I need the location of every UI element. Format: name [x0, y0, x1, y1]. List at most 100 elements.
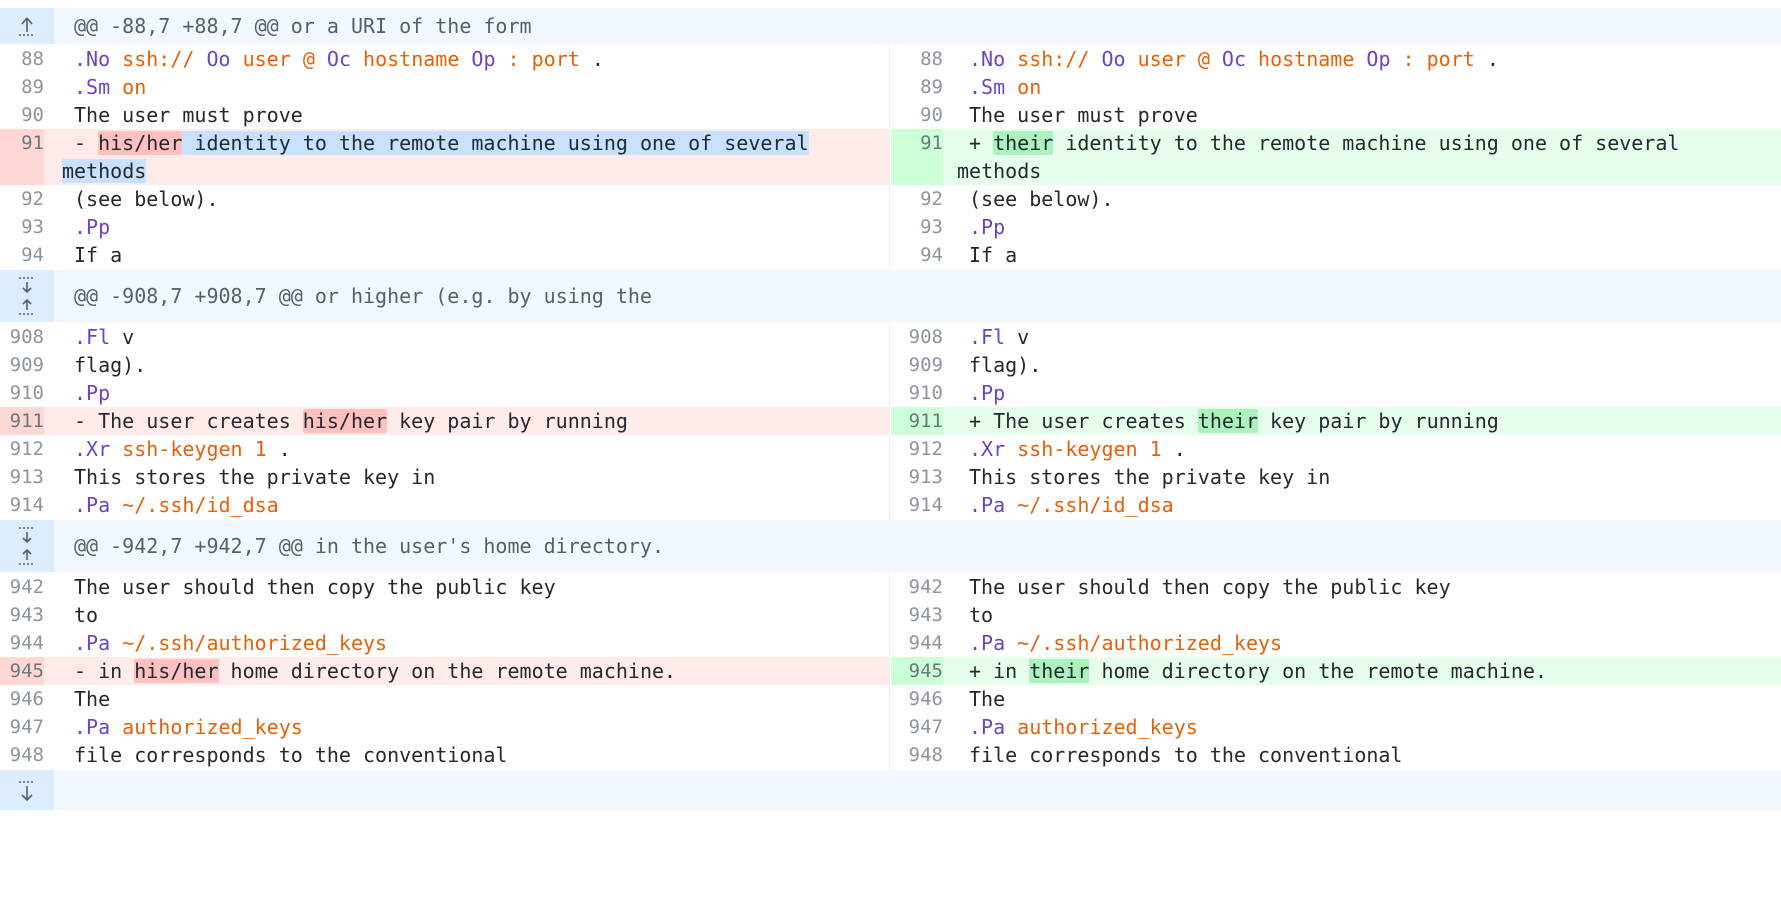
added-line: 911 + The user creates their key pair by … — [891, 407, 1781, 435]
diff-row: 89 .Sm on 89 .Sm on — [0, 73, 1781, 101]
expand-both-icon[interactable] — [12, 520, 42, 572]
code-text: If a — [74, 243, 123, 267]
line-number[interactable]: 94 — [891, 241, 943, 269]
line-code: - his/her identity to the remote machine… — [62, 129, 809, 185]
code-text: to — [969, 603, 994, 627]
line-number[interactable]: 943 — [891, 601, 943, 629]
line-number[interactable]: 88 — [0, 45, 44, 73]
line-number[interactable]: 911 — [891, 407, 943, 435]
line-number[interactable]: 914 — [0, 491, 44, 519]
line-number[interactable]: 909 — [0, 351, 44, 379]
macro-token: Op — [1366, 47, 1403, 71]
line-number[interactable]: 913 — [0, 463, 44, 491]
hunk-header: @@ -908,7 +908,7 @@ or higher (e.g. by u… — [0, 270, 1781, 322]
line-code: .Pa ~/.ssh/authorized_keys — [74, 629, 387, 657]
left-pane-line: 92 (see below). — [0, 185, 890, 213]
line-number[interactable]: 944 — [891, 629, 943, 657]
line-number[interactable]: 90 — [891, 101, 943, 129]
changed-word: his/her — [134, 659, 219, 683]
line-number[interactable]: 89 — [0, 73, 44, 101]
line-code: If a — [969, 241, 1017, 269]
diff-row: 912 .Xr ssh-keygen 1 . 912 .Xr ssh-keygen 1… — [0, 435, 1781, 463]
line-number[interactable]: 947 — [891, 713, 943, 741]
line-number[interactable]: 92 — [0, 185, 44, 213]
line-number[interactable]: 90 — [0, 101, 44, 129]
diff-row: 943 to 943 to — [0, 601, 1781, 629]
code-text: The — [969, 687, 1006, 711]
line-number[interactable]: 93 — [891, 213, 943, 241]
diff-row-changed: 945 - in his/her home directory on the re… — [0, 657, 1781, 685]
line-number[interactable]: 946 — [891, 685, 943, 713]
macro-token: .Pa — [74, 715, 123, 739]
argument-token: authorized_keys — [122, 715, 303, 739]
line-number[interactable]: 909 — [891, 351, 943, 379]
line-code: .Sm on — [74, 73, 146, 101]
code-text: key pair by running — [387, 409, 628, 433]
split-diff-view: @@ -88,7 +88,7 @@ or a URI of the form @… — [0, 0, 1781, 909]
line-code: flag). — [74, 351, 146, 379]
code-text: . — [579, 47, 604, 71]
diff-row: 90 The user must prove 90 The user must pro… — [0, 101, 1781, 129]
line-number[interactable]: 908 — [0, 323, 44, 351]
line-number[interactable]: 910 — [0, 379, 44, 407]
line-code: .Pp — [74, 213, 110, 241]
right-pane-line: 93 .Pp — [891, 213, 1781, 241]
line-number[interactable]: 946 — [0, 685, 44, 713]
expand-both-icon[interactable] — [12, 270, 42, 322]
line-number[interactable]: 908 — [891, 323, 943, 351]
line-number[interactable]: 912 — [0, 435, 44, 463]
macro-token: .Pp — [74, 215, 111, 239]
line-number[interactable]: 942 — [0, 573, 44, 601]
line-number[interactable]: 88 — [891, 45, 943, 73]
line-number[interactable]: 948 — [0, 741, 44, 769]
code-text: flag). — [969, 353, 1042, 377]
code-text: The user must prove — [74, 103, 303, 127]
diff-row: 913 This stores the private key in 913 This… — [0, 463, 1781, 491]
line-number[interactable]: 93 — [0, 213, 44, 241]
line-number[interactable]: 944 — [0, 629, 44, 657]
expand-up-icon[interactable] — [12, 11, 42, 41]
code-text: key pair by running — [1258, 409, 1499, 433]
argument-token: ssh:// — [122, 47, 207, 71]
line-number[interactable]: 911 — [0, 407, 44, 435]
left-pane-line: 912 .Xr ssh-keygen 1 . — [0, 435, 890, 463]
code-text: . — [266, 437, 291, 461]
macro-token: Oc — [1221, 47, 1259, 71]
line-number[interactable]: 89 — [891, 73, 943, 101]
line-code: The — [969, 685, 1005, 713]
line-number[interactable]: 942 — [891, 573, 943, 601]
line-number[interactable]: 91 — [0, 129, 44, 185]
left-pane-line: 909 flag). — [0, 351, 890, 379]
code-text: flag). — [74, 353, 147, 377]
macro-token: .Fl — [969, 325, 1018, 349]
line-number[interactable]: 913 — [891, 463, 943, 491]
added-line: 945 + in their home directory on the remo… — [891, 657, 1781, 685]
line-number[interactable]: 943 — [0, 601, 44, 629]
line-code: If a — [74, 241, 122, 269]
line-code: This stores the private key in — [969, 463, 1330, 491]
line-code: .Pa ~/.ssh/id_dsa — [969, 491, 1174, 519]
line-number[interactable]: 948 — [891, 741, 943, 769]
macro-token: .No — [969, 47, 1018, 71]
line-number[interactable]: 945 — [0, 657, 44, 685]
diff-marker: - — [74, 659, 99, 683]
line-number[interactable]: 94 — [0, 241, 44, 269]
line-number[interactable]: 92 — [891, 185, 943, 213]
line-number[interactable]: 912 — [891, 435, 943, 463]
right-pane-line: 908 .Fl v — [891, 323, 1781, 351]
line-code: .Xr ssh-keygen 1 . — [74, 435, 291, 463]
code-text: This stores the private key in — [969, 465, 1331, 489]
line-code: + in their home directory on the remote … — [969, 657, 1547, 685]
line-number[interactable]: 914 — [891, 491, 943, 519]
deleted-line: 91 - his/her identity to the remote machi… — [0, 129, 890, 185]
line-code: - The user creates his/her key pair by r… — [74, 407, 628, 435]
line-number[interactable]: 910 — [891, 379, 943, 407]
diff-row: 908 .Fl v 908 .Fl v — [0, 323, 1781, 351]
line-number[interactable]: 945 — [891, 657, 943, 685]
code-text: This stores the private key in — [74, 465, 436, 489]
expand-down-icon[interactable] — [12, 776, 42, 806]
diff-marker: + — [969, 131, 994, 155]
line-number[interactable]: 947 — [0, 713, 44, 741]
line-number[interactable]: 91 — [891, 129, 943, 185]
argument-token: ~/.ssh/id_dsa — [1017, 493, 1174, 517]
